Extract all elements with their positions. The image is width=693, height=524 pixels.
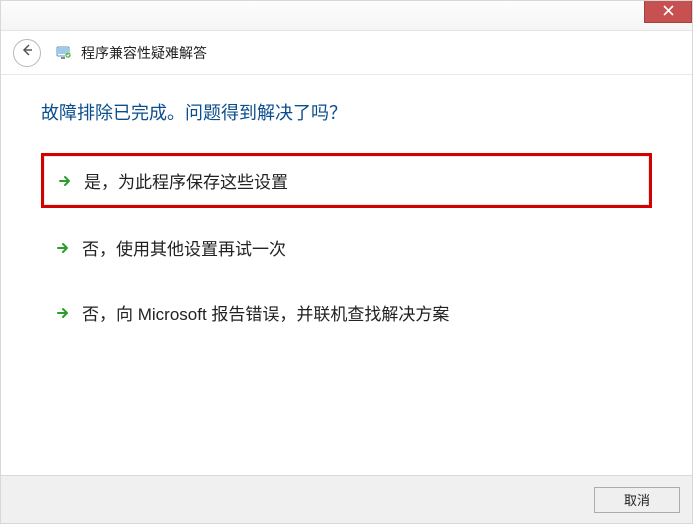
- cancel-button[interactable]: 取消: [594, 487, 680, 513]
- option-label: 是，为此程序保存这些设置: [84, 168, 288, 193]
- arrow-right-icon: [56, 306, 70, 320]
- option-label: 否，使用其他设置再试一次: [82, 235, 286, 260]
- app-title: 程序兼容性疑难解答: [81, 43, 207, 63]
- options-list: 是，为此程序保存这些设置 否，使用其他设置再试一次 否，向 Microsoft …: [41, 153, 652, 338]
- option-report-microsoft[interactable]: 否，向 Microsoft 报告错误，并联机查找解决方案: [41, 287, 652, 338]
- back-button[interactable]: [13, 39, 41, 67]
- close-icon: [663, 5, 674, 19]
- close-button[interactable]: [644, 1, 692, 23]
- window-frame: 程序兼容性疑难解答 故障排除已完成。问题得到解决了吗？ 是，为此程序保存这些设置: [0, 0, 693, 524]
- content-area: 故障排除已完成。问题得到解决了吗？ 是，为此程序保存这些设置 否，使用其他设置再…: [1, 75, 692, 338]
- arrow-right-icon: [58, 174, 72, 188]
- back-arrow-icon: [20, 43, 34, 61]
- troubleshoot-icon: [55, 44, 73, 62]
- footer: 取消: [1, 475, 692, 523]
- option-try-again[interactable]: 否，使用其他设置再试一次: [41, 222, 652, 273]
- option-save-settings[interactable]: 是，为此程序保存这些设置: [41, 153, 652, 208]
- question-heading: 故障排除已完成。问题得到解决了吗？: [41, 99, 652, 125]
- option-label: 否，向 Microsoft 报告错误，并联机查找解决方案: [82, 300, 449, 325]
- header: 程序兼容性疑难解答: [1, 31, 692, 75]
- titlebar: [1, 1, 692, 31]
- arrow-right-icon: [56, 241, 70, 255]
